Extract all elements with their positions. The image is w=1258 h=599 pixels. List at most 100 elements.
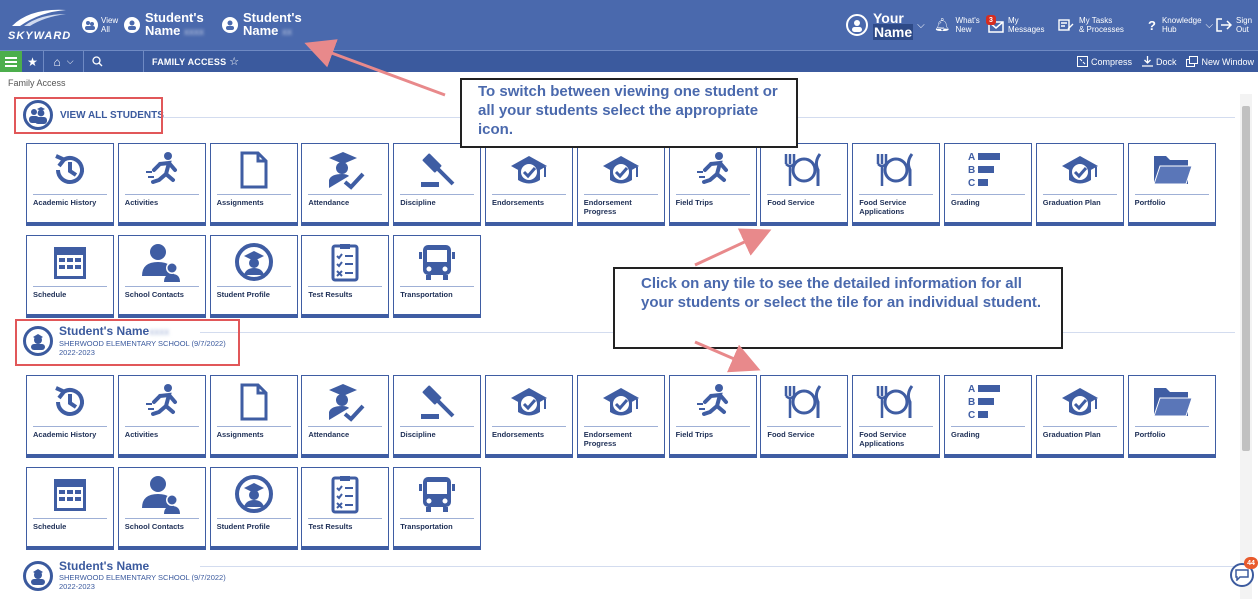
- student1-tile-graduation-plan[interactable]: Graduation Plan: [1035, 375, 1124, 458]
- hamburger-icon: [5, 56, 17, 67]
- all-tile-academic-history[interactable]: Academic History: [26, 143, 114, 226]
- tile-divider: [124, 194, 199, 195]
- compress-icon: [1076, 56, 1088, 67]
- student1-tile-grading[interactable]: A B C Grading: [944, 375, 1032, 458]
- your-name-menu[interactable]: Your Name ⌵: [846, 0, 925, 50]
- all-tile-attendance[interactable]: Attendance: [301, 143, 390, 226]
- tile-label: Test Results: [308, 290, 353, 299]
- dock-icon: [1141, 56, 1153, 67]
- all-tile-portfolio[interactable]: Portfolio: [1127, 143, 1216, 226]
- tile-label: Academic History: [33, 198, 97, 207]
- all-tile-endorsement-progress[interactable]: Endorsement Progress: [576, 143, 665, 226]
- tile-label: Food Service Applications: [859, 430, 907, 448]
- tile-divider: [33, 286, 107, 287]
- all-tile-graduation-plan[interactable]: Graduation Plan: [1035, 143, 1124, 226]
- tile-divider: [216, 518, 291, 519]
- all-tile-test-results[interactable]: Test Results: [301, 235, 390, 318]
- all-tile-activities[interactable]: Activities: [117, 143, 206, 226]
- compress-button[interactable]: Compress: [1076, 56, 1132, 67]
- dock-button[interactable]: Dock: [1141, 56, 1177, 67]
- svg-text:B: B: [968, 397, 975, 408]
- student-avatar-icon: [222, 17, 238, 33]
- tile-divider: [1042, 426, 1117, 427]
- whats-new-button[interactable]: 🔔︎ What's New: [934, 0, 980, 50]
- grade-bars-icon: ABC: [945, 148, 1031, 192]
- callout-tile-text: Click on any tile to see the detailed in…: [641, 275, 1042, 311]
- student1-tile-portfolio[interactable]: Portfolio: [1127, 375, 1216, 458]
- history-icon: [27, 148, 113, 192]
- all-tile-school-contacts[interactable]: School Contacts: [117, 235, 206, 318]
- plate-fork-knife-icon: [761, 380, 847, 424]
- student1-tile-school-contacts[interactable]: School Contacts: [117, 467, 206, 550]
- student1-tile-food-service[interactable]: Food Service: [760, 375, 849, 458]
- student1-tile-academic-history[interactable]: Academic History: [26, 375, 114, 458]
- all-tile-field-trips[interactable]: Field Trips: [668, 143, 757, 226]
- student1-switch[interactable]: Student's Name xxxx: [124, 0, 204, 50]
- all-tile-food-service-applications[interactable]: Food Service Applications: [852, 143, 941, 226]
- tile-divider: [33, 518, 107, 519]
- student2-header[interactable]: Student's Name SHERWOOD ELEMENTARY SCHOO…: [23, 560, 226, 591]
- view-all-button[interactable]: View All: [82, 0, 118, 50]
- all-tile-transportation[interactable]: Transportation: [393, 235, 482, 318]
- chevron-down-icon: ⌵: [917, 19, 925, 31]
- attendance-icon: [302, 380, 388, 424]
- tile-divider: [400, 518, 475, 519]
- student2-switch[interactable]: Student's Name xx: [222, 0, 302, 50]
- all-tile-endorsements[interactable]: Endorsements: [485, 143, 573, 226]
- breadcrumb[interactable]: Family Access: [8, 78, 66, 88]
- sign-out-icon: [1216, 18, 1232, 32]
- tasks-l1: My Tasks: [1079, 16, 1113, 25]
- all-tile-assignments[interactable]: Assignments: [209, 143, 298, 226]
- chat-count-badge: 44: [1244, 557, 1258, 569]
- tile-label: Schedule: [33, 290, 67, 299]
- star-outline-icon[interactable]: ☆: [229, 55, 239, 68]
- student2-name-l2: Name: [243, 23, 279, 38]
- sign-out-button[interactable]: Sign Out: [1216, 0, 1252, 50]
- all-tile-student-profile[interactable]: Student Profile: [209, 235, 298, 318]
- my-messages-button[interactable]: 3 My Messages: [986, 0, 1044, 50]
- your-name-l2: Name: [873, 24, 914, 40]
- student1-tile-endorsements[interactable]: Endorsements: [485, 375, 573, 458]
- search-icon: [92, 56, 103, 67]
- all-tile-food-service[interactable]: Food Service: [760, 143, 849, 226]
- student1-tile-test-results[interactable]: Test Results: [301, 467, 390, 550]
- tile-label: Test Results: [308, 522, 353, 531]
- student1-tile-schedule[interactable]: Schedule: [26, 467, 114, 550]
- student1-tile-endorsement-progress[interactable]: Endorsement Progress: [576, 375, 665, 458]
- all-tile-discipline[interactable]: Discipline: [393, 143, 482, 226]
- student1-tile-transportation[interactable]: Transportation: [393, 467, 482, 550]
- menu-button[interactable]: [0, 51, 22, 72]
- all-tile-grading[interactable]: A B C Grading: [944, 143, 1032, 226]
- home-button[interactable]: ⌂ ⌵: [44, 51, 84, 72]
- student1-tile-activities[interactable]: Activities: [117, 375, 206, 458]
- skyward-logo[interactable]: SKYWARD: [6, 6, 72, 46]
- svg-text:B: B: [968, 165, 975, 176]
- student1-tile-assignments[interactable]: Assignments: [209, 375, 298, 458]
- tile-label: Activities: [124, 430, 159, 439]
- my-tasks-button[interactable]: My Tasks & Processes: [1058, 0, 1124, 50]
- student1-tile-attendance[interactable]: Attendance: [301, 375, 390, 458]
- search-button[interactable]: [84, 51, 144, 72]
- tile-divider: [951, 194, 1025, 195]
- scrollbar-thumb[interactable]: [1242, 106, 1250, 451]
- whats-new-l2: New: [955, 25, 972, 34]
- knowledge-hub-button[interactable]: ? Knowledge Hub ⌵: [1148, 0, 1213, 50]
- tile-divider: [583, 426, 658, 427]
- grad-cap-check-icon: [486, 148, 572, 192]
- tile-divider: [308, 286, 383, 287]
- dock-label: Dock: [1155, 56, 1177, 67]
- tile-divider: [400, 426, 475, 427]
- new-window-button[interactable]: New Window: [1186, 56, 1254, 67]
- kh-l1: Knowledge: [1161, 16, 1202, 25]
- student1-tile-food-service-applications[interactable]: Food Service Applications: [852, 375, 941, 458]
- student1-tile-discipline[interactable]: Discipline: [393, 375, 482, 458]
- tile-label: Transportation: [400, 522, 453, 531]
- task-edit-icon: [1058, 19, 1074, 31]
- student1-tile-field-trips[interactable]: Field Trips: [668, 375, 757, 458]
- favorites-button[interactable]: ★: [22, 51, 44, 72]
- chevron-down-icon: ⌵: [1205, 19, 1214, 31]
- attendance-icon: [302, 148, 388, 192]
- student1-tile-student-profile[interactable]: Student Profile: [209, 467, 298, 550]
- tile-label: Student Profile: [216, 290, 270, 299]
- all-tile-schedule[interactable]: Schedule: [26, 235, 114, 318]
